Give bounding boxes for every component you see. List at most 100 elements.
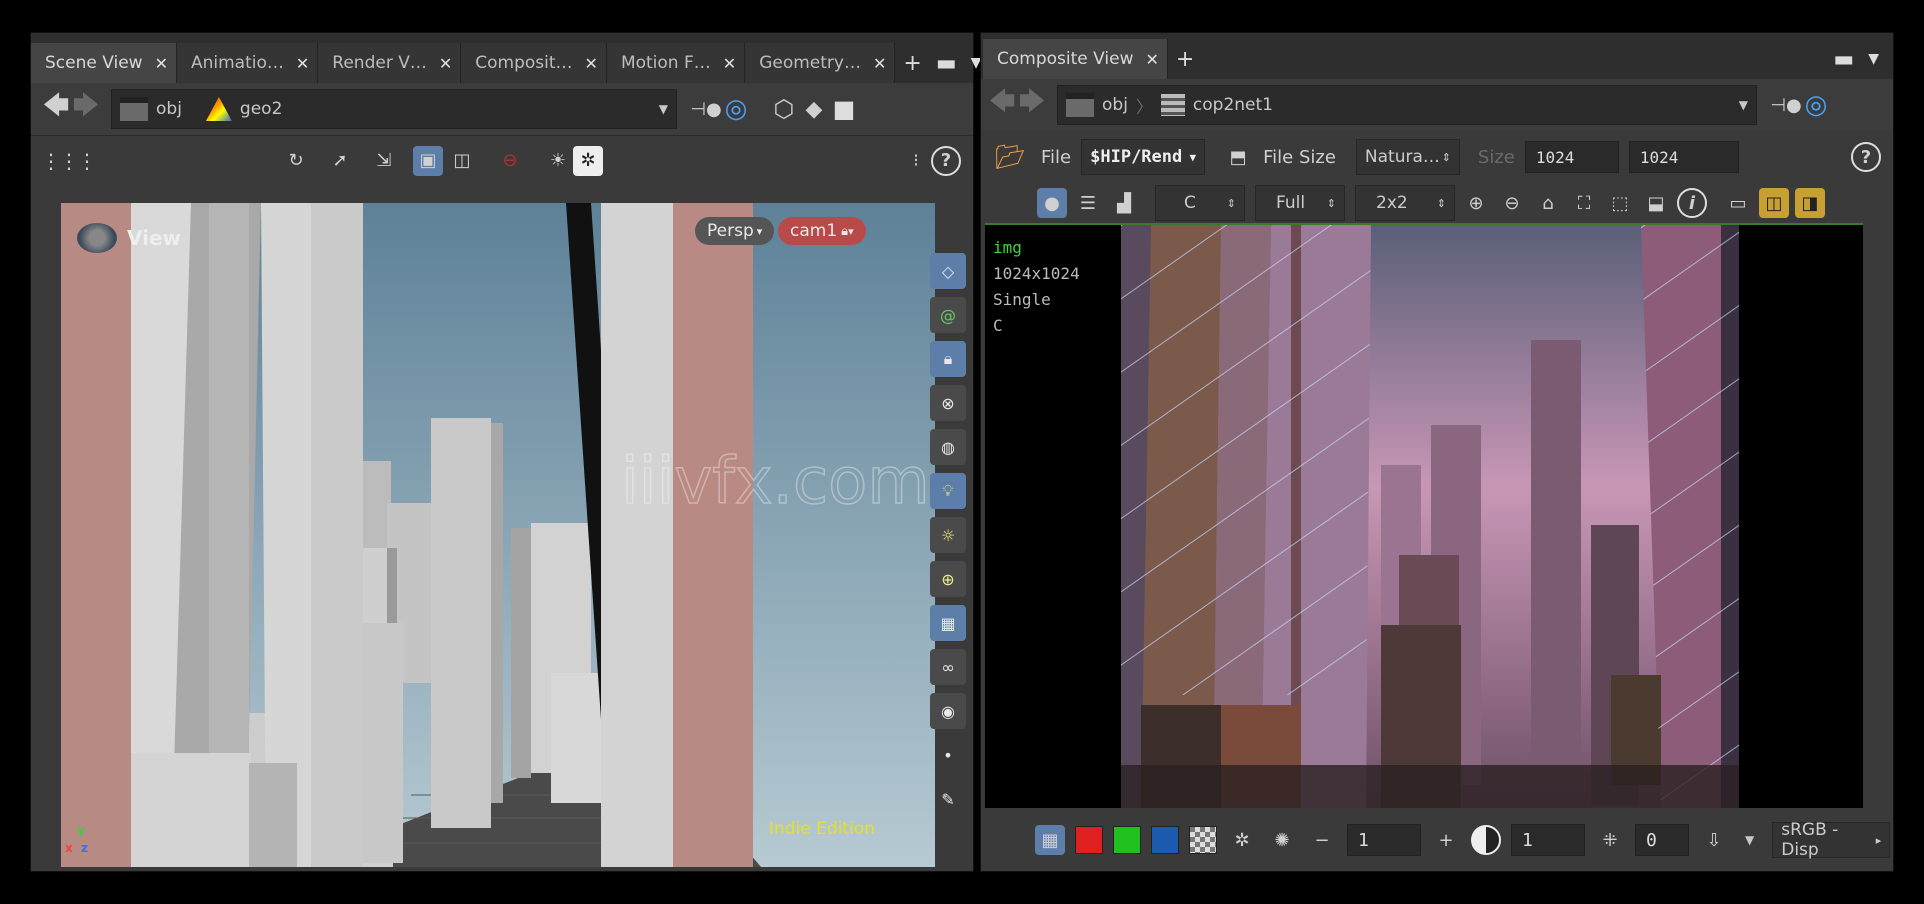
zoom-out-icon[interactable]: ⊖ [1497,188,1527,218]
tab-motion-fx[interactable]: Motion F… ✕ [606,43,746,83]
link-target-icon[interactable]: ◎ [1801,90,1831,120]
box-display-icon[interactable]: ⬡ [769,94,799,124]
network-path-field[interactable]: obj 〉 cop2net1 ▼ [1057,85,1757,125]
back-arrow-icon[interactable]: 🡄 [987,87,1017,120]
add-tab-icon[interactable]: + [903,51,921,76]
rotate-tool-icon[interactable]: ↻ [281,146,311,176]
chevron-down-icon[interactable]: ▼ [1868,51,1879,67]
chevron-down-icon[interactable]: ▼ [659,102,668,116]
brush-icon[interactable]: ✎ [930,781,966,817]
brightness-down-icon[interactable]: ✲ [1227,825,1257,855]
close-icon[interactable]: ✕ [585,54,598,73]
grid-dots-icon[interactable]: ⋮⋮⋮ [41,146,97,176]
display-options-icon[interactable]: ⁝ [901,146,931,176]
add-tab-icon[interactable]: + [1176,47,1194,72]
list-icon[interactable]: ☰ [1073,188,1103,218]
gamma-field[interactable]: 1 [1511,824,1585,856]
brightness-up-icon[interactable]: ✺ [1267,825,1297,855]
folder-icon[interactable]: 📂︎ [995,142,1025,172]
tab-scene-view[interactable]: Scene View ✕ [31,43,177,83]
light-bulb-icon[interactable]: ☼ [930,517,966,553]
channel-menu[interactable]: C ⇕ [1155,185,1245,221]
file-path-field[interactable]: $HIP/Rend ▼ [1081,139,1206,175]
plus-icon[interactable]: + [1431,825,1461,855]
red-channel-button[interactable] [1075,826,1103,854]
settings-gear-icon[interactable]: ✲ [573,145,603,176]
lut-menu[interactable]: sRGB - Disp ▸ [1772,820,1891,860]
light-icon[interactable]: ☀ [543,146,573,176]
pin-icon[interactable]: ⊣● [1770,90,1801,120]
pane-layout-icon[interactable]: ▬ [936,51,957,76]
file-size-menu[interactable]: Natura… ⇕ [1355,139,1460,175]
split-view-icon[interactable]: ◫ [1759,188,1789,218]
close-icon[interactable]: ✕ [296,54,309,73]
lock-icon[interactable]: 🔒︎ [930,341,966,377]
stereo-glasses-icon[interactable]: ∞ [930,649,966,685]
back-arrow-icon[interactable]: 🡄 [41,91,71,124]
camera-view-icon[interactable]: ▣ [413,145,443,176]
exposure-field[interactable]: 1 [1347,824,1421,856]
forward-arrow-icon[interactable]: 🡆 [71,91,101,124]
close-icon[interactable]: ✕ [155,54,168,73]
offset-icon[interactable]: ⁜ [1595,825,1625,855]
headlight-icon[interactable]: 💡︎ [930,473,966,509]
close-icon[interactable]: ✕ [873,54,886,73]
green-channel-button[interactable] [1113,826,1141,854]
camera-menu[interactable]: cam1 🔒︎ ▾ [778,217,866,245]
3d-viewport[interactable]: iiivfx.com View Persp ▾ cam1 🔒︎ ▾ Indie Edi… [61,203,935,867]
tab-render-view[interactable]: Render V… ✕ [318,43,462,83]
tab-geometry[interactable]: Geometry… ✕ [745,43,896,83]
tab-composite-view[interactable]: Composite View ✕ [983,39,1168,79]
compare-view-icon[interactable]: ◨ [1795,188,1825,218]
info-circle-icon[interactable]: ◍ [930,429,966,465]
ground-plane-icon[interactable]: ◇ [930,253,966,289]
resolution-menu[interactable]: Full ⇕ [1255,185,1345,221]
frame-all-icon[interactable]: ⛶ [1569,188,1599,218]
select-arrow-icon[interactable]: ➚ [325,146,355,176]
image-viewer[interactable]: img 1024x1024 Single C [985,223,1863,808]
file-size-icon[interactable]: ⬒ [1223,142,1253,172]
path-network[interactable]: obj [156,99,182,119]
home-icon[interactable]: ⌂ [1533,188,1563,218]
offset-field[interactable]: 0 [1635,824,1689,856]
shapes-display-icon[interactable]: ◆ [799,94,829,124]
grid-menu[interactable]: 2x2 ⇕ [1355,185,1455,221]
close-icon[interactable]: ✕ [439,54,452,73]
forward-arrow-icon[interactable]: 🡆 [1017,87,1047,120]
alpha-channel-button[interactable] [1189,826,1217,854]
ghost-off-icon[interactable]: ⊗ [930,385,966,421]
square-display-icon[interactable]: ■ [829,94,859,124]
size-width-field[interactable]: 1024 [1524,141,1619,173]
help-icon[interactable]: ? [1851,142,1881,172]
blue-channel-button[interactable] [1151,826,1179,854]
close-icon[interactable]: ✕ [1145,50,1158,69]
pane-layout-icon[interactable]: ▬ [1833,47,1854,72]
minus-icon[interactable]: − [1307,825,1337,855]
network-path-field[interactable]: obj geo2 ▼ [111,89,677,129]
zoom-in-icon[interactable]: ⊕ [1461,188,1491,218]
path-node[interactable]: geo2 [240,99,282,119]
chevron-down-icon[interactable]: ▼ [1739,98,1748,112]
checker-icon[interactable]: ▦ [930,605,966,641]
histogram-icon[interactable]: ▟ [1109,188,1139,218]
transform-handle-icon[interactable]: ⇲ [369,146,399,176]
render-camera-icon[interactable]: ◉ [930,693,966,729]
rgb-channel-icon[interactable]: ▦ [1035,825,1065,855]
size-height-field[interactable]: 1024 [1628,141,1739,173]
dot-icon[interactable]: • [930,737,966,773]
edit-region-icon[interactable]: ⬓ [1641,188,1671,218]
region-icon[interactable]: ⬚ [1605,188,1635,218]
view-mode-icon[interactable]: ● [1037,188,1067,218]
add-light-icon[interactable]: ⊕ [930,561,966,597]
info-icon[interactable]: i [1677,188,1707,218]
projection-menu[interactable]: Persp ▾ [695,217,775,245]
tab-composite[interactable]: Composit… ✕ [461,43,607,83]
help-icon[interactable]: ? [931,145,961,176]
stop-icon[interactable]: ⊖ [495,146,525,176]
snapshot-icon[interactable]: ◫ [447,146,477,176]
spiral-icon[interactable]: @ [930,297,966,333]
lut-icon[interactable]: ⇩ [1699,825,1729,855]
pin-icon[interactable]: ⊣● [690,94,721,124]
path-node[interactable]: cop2net1 [1193,95,1273,115]
chevron-down-icon[interactable]: ▼ [1745,833,1754,847]
